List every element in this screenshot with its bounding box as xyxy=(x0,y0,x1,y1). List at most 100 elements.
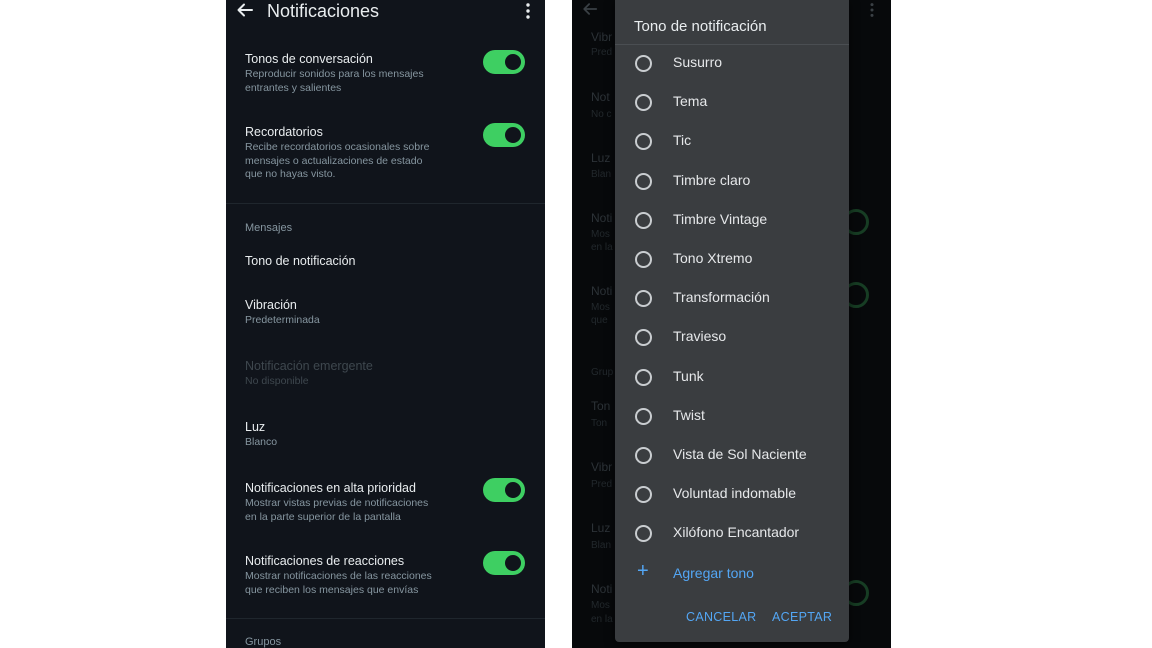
back-arrow-icon[interactable] xyxy=(236,1,254,19)
tone-option[interactable]: Tono Xtremo xyxy=(635,248,849,270)
notification-tone-setting[interactable]: Tono de notificación xyxy=(245,253,535,269)
vibration-setting[interactable]: Vibración Predeterminada xyxy=(245,297,535,328)
light-setting[interactable]: Luz Blanco xyxy=(245,419,535,450)
background-text: en la xyxy=(591,242,613,253)
messages-section-header: Mensajes xyxy=(245,222,293,234)
tone-option[interactable]: Tunk xyxy=(635,366,849,388)
page-title: Notificaciones xyxy=(267,1,380,21)
tone-option-label: Susurro xyxy=(673,54,723,70)
add-tone-button[interactable]: + Agregar tono xyxy=(635,560,849,585)
high-priority-toggle[interactable] xyxy=(483,478,525,502)
reminders-toggle[interactable] xyxy=(483,123,525,147)
section-divider xyxy=(226,618,545,619)
tone-option[interactable]: Timbre claro xyxy=(635,170,849,192)
more-options-icon[interactable] xyxy=(519,2,537,20)
tone-option[interactable]: Susurro xyxy=(635,52,849,74)
radio-unchecked-icon[interactable] xyxy=(635,369,652,386)
tone-option-label: Transformación xyxy=(673,289,770,305)
vibration-value: Predeterminada xyxy=(245,314,320,326)
screenshot-stage: Notificaciones Tonos de conversación Rep… xyxy=(0,0,1152,648)
section-divider xyxy=(226,203,545,204)
tone-option[interactable]: Xilófono Encantador xyxy=(635,522,849,544)
notification-tone-dialog: Tono de notificación Susurro Tema Tic Ti… xyxy=(615,0,849,642)
background-text: Not xyxy=(591,90,610,104)
background-text: Noti xyxy=(591,284,613,298)
tone-option-label: Tema xyxy=(673,93,708,109)
background-text: Blan xyxy=(591,169,612,180)
popup-notification-setting: Notificación emergente No disponible xyxy=(245,358,535,389)
background-text: Noti xyxy=(591,582,613,596)
background-text: en la xyxy=(591,614,613,625)
app-bar: Notificaciones xyxy=(226,0,545,24)
background-text: Mos xyxy=(591,302,610,313)
tone-option-label: Tono Xtremo xyxy=(673,250,753,266)
dialog-title: Tono de notificación xyxy=(634,18,767,35)
background-text: Blan xyxy=(591,540,612,551)
vibration-title: Vibración xyxy=(245,298,297,312)
tone-option[interactable]: Tema xyxy=(635,91,849,113)
tone-option-label: Vista de Sol Naciente xyxy=(673,446,807,462)
radio-unchecked-icon[interactable] xyxy=(635,55,652,72)
tone-option-label: Twist xyxy=(673,407,705,423)
tone-option[interactable]: Voluntad indomable xyxy=(635,483,849,505)
notification-tone-picker-screen: Vibr Pred Not No c Luz Blan Noti Mos en … xyxy=(572,0,891,648)
groups-section-header: Grupos xyxy=(245,636,282,648)
tone-option[interactable]: Transformación xyxy=(635,287,849,309)
background-text: Noti xyxy=(591,211,613,225)
tone-option-label: Tic xyxy=(673,132,692,148)
popup-notification-title: Notificación emergente xyxy=(245,359,373,373)
back-arrow-icon xyxy=(582,1,598,22)
radio-unchecked-icon[interactable] xyxy=(635,525,652,542)
radio-unchecked-icon[interactable] xyxy=(635,133,652,150)
accept-button[interactable]: ACEPTAR xyxy=(772,610,832,624)
background-text: Mos xyxy=(591,229,610,240)
conversation-tones-toggle[interactable] xyxy=(483,50,525,74)
background-text: Vibr xyxy=(591,30,613,44)
more-options-icon xyxy=(864,2,880,23)
background-text: Pred xyxy=(591,47,613,58)
radio-unchecked-icon[interactable] xyxy=(635,329,652,346)
notification-tone-title: Tono de notificación xyxy=(245,254,356,268)
background-text: Luz xyxy=(591,521,611,535)
toggle-knob xyxy=(505,555,521,571)
radio-unchecked-icon[interactable] xyxy=(635,212,652,229)
notifications-settings-screen: Notificaciones Tonos de conversación Rep… xyxy=(226,0,545,648)
tone-option-label: Tunk xyxy=(673,368,704,384)
radio-unchecked-icon[interactable] xyxy=(635,94,652,111)
radio-unchecked-icon[interactable] xyxy=(635,290,652,307)
background-text: Pred xyxy=(591,479,613,490)
background-text: Ton xyxy=(591,399,611,413)
tone-option[interactable]: Tic xyxy=(635,130,849,152)
tone-option[interactable]: Travieso xyxy=(635,326,849,348)
radio-unchecked-icon[interactable] xyxy=(635,173,652,190)
light-value: Blanco xyxy=(245,436,278,448)
background-text: Vibr xyxy=(591,460,613,474)
toggle-knob xyxy=(505,54,521,70)
tone-option-label: Xilófono Encantador xyxy=(673,524,800,540)
tone-option[interactable]: Twist xyxy=(635,405,849,427)
popup-notification-value: No disponible xyxy=(245,375,309,387)
background-text: Luz xyxy=(591,151,611,165)
radio-unchecked-icon[interactable] xyxy=(635,447,652,464)
radio-unchecked-icon[interactable] xyxy=(635,486,652,503)
background-text: Grup xyxy=(591,367,614,378)
add-tone-label: Agregar tono xyxy=(673,565,754,581)
plus-icon: + xyxy=(637,560,649,582)
tone-option[interactable]: Timbre Vintage xyxy=(635,209,849,231)
tone-option-label: Voluntad indomable xyxy=(673,485,796,501)
tone-option-label: Travieso xyxy=(673,328,727,344)
tone-option-label: Timbre claro xyxy=(673,172,751,188)
tone-option[interactable]: Vista de Sol Naciente xyxy=(635,444,849,466)
radio-unchecked-icon[interactable] xyxy=(635,408,652,425)
cancel-button[interactable]: CANCELAR xyxy=(686,610,756,624)
background-text: que xyxy=(591,315,608,326)
toggle-knob xyxy=(505,127,521,143)
light-title: Luz xyxy=(245,420,266,434)
reactions-toggle[interactable] xyxy=(483,551,525,575)
reminders-subtitle: Recibe recordatorios ocasionales sobre m… xyxy=(245,141,430,180)
dialog-divider xyxy=(615,44,849,45)
toggle-knob xyxy=(505,482,521,498)
radio-unchecked-icon[interactable] xyxy=(635,251,652,268)
tone-option-label: Timbre Vintage xyxy=(673,211,768,227)
background-text: No c xyxy=(591,109,612,120)
